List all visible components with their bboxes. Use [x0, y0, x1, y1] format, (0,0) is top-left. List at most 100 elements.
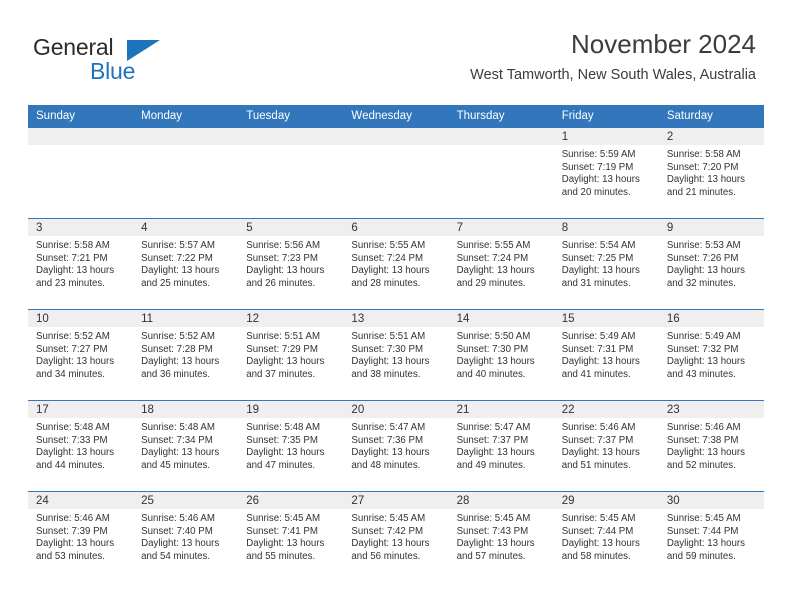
- day-details: Sunrise: 5:48 AM Sunset: 7:34 PM Daylight:…: [133, 418, 238, 472]
- daylight-duration-line2: and 56 minutes.: [351, 550, 421, 562]
- sunrise-time: Sunrise: 5:45 AM: [246, 513, 321, 524]
- day-number: 8: [553, 219, 659, 236]
- sunset-time: Sunset: 7:24 PM: [351, 252, 424, 264]
- daylight-duration-line1: Daylight: 13 hours: [36, 265, 115, 277]
- calendar-day-cell[interactable]: 14 Sunrise: 5:50 AM Sunset: 7:30 PM Dayligh…: [448, 309, 554, 401]
- day-details: Sunrise: 5:54 AM Sunset: 7:25 PM Daylight:…: [554, 236, 659, 290]
- calendar-day-cell[interactable]: 28 Sunrise: 5:45 AM Sunset: 7:43 PM Dayligh…: [448, 491, 554, 582]
- daylight-duration-line1: Daylight: 13 hours: [456, 265, 535, 277]
- sunrise-time: Sunrise: 5:51 AM: [246, 331, 321, 342]
- daylight-duration-line2: and 36 minutes.: [141, 368, 211, 380]
- day-number: 28: [448, 492, 554, 509]
- calendar-day-cell[interactable]: 4 Sunrise: 5:57 AM Sunset: 7:22 PM Daylight…: [133, 218, 239, 310]
- day-number: [133, 128, 239, 145]
- day-number: 18: [133, 401, 239, 418]
- calendar-day-cell[interactable]: 20 Sunrise: 5:47 AM Sunset: 7:36 PM Dayligh…: [343, 400, 449, 492]
- day-number: 30: [658, 492, 764, 509]
- calendar-day-cell[interactable]: 10 Sunrise: 5:52 AM Sunset: 7:27 PM Dayligh…: [28, 309, 134, 401]
- sunset-time: Sunset: 7:38 PM: [666, 434, 739, 446]
- calendar-day-cell[interactable]: 15 Sunrise: 5:49 AM Sunset: 7:31 PM Dayligh…: [553, 309, 659, 401]
- calendar-day-cell[interactable]: 24 Sunrise: 5:46 AM Sunset: 7:39 PM Dayligh…: [28, 491, 134, 582]
- calendar-day-cell[interactable]: 13 Sunrise: 5:51 AM Sunset: 7:30 PM Dayligh…: [343, 309, 449, 401]
- general-blue-logo[interactable]: General Blue: [33, 36, 223, 88]
- daylight-duration-line1: Daylight: 13 hours: [666, 538, 745, 550]
- sunset-time: Sunset: 7:21 PM: [36, 252, 108, 264]
- sunrise-time: Sunrise: 5:56 AM: [246, 240, 321, 251]
- sunrise-time: Sunrise: 5:55 AM: [456, 240, 531, 251]
- daylight-duration-line2: and 26 minutes.: [246, 277, 316, 289]
- day-number: 15: [553, 310, 659, 327]
- day-details: Sunrise: 5:47 AM Sunset: 7:37 PM Daylight:…: [449, 418, 554, 472]
- sunrise-time: Sunrise: 5:51 AM: [351, 331, 426, 342]
- day-details: Sunrise: 5:50 AM Sunset: 7:30 PM Daylight:…: [449, 327, 554, 381]
- calendar-day-cell[interactable]: 11 Sunrise: 5:52 AM Sunset: 7:28 PM Dayligh…: [133, 309, 239, 401]
- calendar-day-cell[interactable]: 2 Sunrise: 5:58 AM Sunset: 7:20 PM Daylight…: [658, 128, 764, 219]
- logo-text-general: General: [33, 34, 114, 60]
- calendar-day-cell[interactable]: 21 Sunrise: 5:47 AM Sunset: 7:37 PM Dayligh…: [448, 400, 554, 492]
- calendar-day-cell[interactable]: 9 Sunrise: 5:53 AM Sunset: 7:26 PM Daylight…: [658, 218, 764, 310]
- day-number: 22: [553, 401, 659, 418]
- sunset-time: Sunset: 7:30 PM: [456, 343, 529, 355]
- daylight-duration-line1: Daylight: 13 hours: [246, 265, 325, 277]
- calendar-day-cell[interactable]: 18 Sunrise: 5:48 AM Sunset: 7:34 PM Dayligh…: [133, 400, 239, 492]
- daylight-duration-line2: and 51 minutes.: [561, 459, 631, 471]
- sunset-time: Sunset: 7:33 PM: [36, 434, 108, 446]
- day-number: [448, 128, 554, 145]
- daylight-duration-line2: and 57 minutes.: [456, 550, 526, 562]
- daylight-duration-line2: and 55 minutes.: [246, 550, 316, 562]
- day-number: 20: [343, 401, 449, 418]
- sunrise-time: Sunrise: 5:52 AM: [36, 331, 110, 342]
- calendar-day-cell[interactable]: 22 Sunrise: 5:46 AM Sunset: 7:37 PM Dayligh…: [553, 400, 659, 492]
- day-number: 13: [343, 310, 449, 327]
- daylight-duration-line1: Daylight: 13 hours: [141, 447, 220, 459]
- daylight-duration-line1: Daylight: 13 hours: [141, 356, 220, 368]
- sunrise-time: Sunrise: 5:53 AM: [666, 240, 741, 251]
- calendar-day-cell[interactable]: 25 Sunrise: 5:46 AM Sunset: 7:40 PM Dayligh…: [133, 491, 239, 582]
- calendar-cell-empty: [448, 128, 554, 219]
- sunset-time: Sunset: 7:20 PM: [666, 161, 739, 173]
- day-number: 17: [28, 401, 134, 418]
- calendar-day-cell[interactable]: 3 Sunrise: 5:58 AM Sunset: 7:21 PM Daylight…: [28, 218, 134, 310]
- day-details: Sunrise: 5:55 AM Sunset: 7:24 PM Daylight:…: [343, 236, 448, 290]
- daylight-duration-line2: and 23 minutes.: [36, 277, 105, 289]
- calendar-grid: Sunday Monday Tuesday Wednesday Thursday…: [28, 105, 764, 582]
- logo-text-blue: Blue: [90, 58, 136, 84]
- calendar-week-row: 3 Sunrise: 5:58 AM Sunset: 7:21 PM Daylight…: [28, 218, 764, 310]
- sunrise-time: Sunrise: 5:48 AM: [141, 422, 215, 433]
- day-details: Sunrise: 5:56 AM Sunset: 7:23 PM Daylight:…: [238, 236, 343, 290]
- calendar-day-cell[interactable]: 29 Sunrise: 5:45 AM Sunset: 7:44 PM Dayligh…: [553, 491, 659, 582]
- sunrise-time: Sunrise: 5:55 AM: [351, 240, 426, 251]
- calendar-day-cell[interactable]: 26 Sunrise: 5:45 AM Sunset: 7:41 PM Dayligh…: [238, 491, 344, 582]
- calendar-day-cell[interactable]: 16 Sunrise: 5:49 AM Sunset: 7:32 PM Dayligh…: [658, 309, 764, 401]
- calendar-day-cell[interactable]: 6 Sunrise: 5:55 AM Sunset: 7:24 PM Daylight…: [343, 218, 449, 310]
- sunrise-time: Sunrise: 5:47 AM: [456, 422, 531, 433]
- calendar-day-cell[interactable]: 12 Sunrise: 5:51 AM Sunset: 7:29 PM Dayligh…: [238, 309, 344, 401]
- calendar-day-cell[interactable]: 17 Sunrise: 5:48 AM Sunset: 7:33 PM Dayligh…: [28, 400, 134, 492]
- calendar-day-cell[interactable]: 19 Sunrise: 5:48 AM Sunset: 7:35 PM Dayligh…: [238, 400, 344, 492]
- calendar-day-cell[interactable]: 23 Sunrise: 5:46 AM Sunset: 7:38 PM Dayligh…: [658, 400, 764, 492]
- daylight-duration-line2: and 53 minutes.: [36, 550, 105, 562]
- calendar-day-cell[interactable]: 8 Sunrise: 5:54 AM Sunset: 7:25 PM Daylight…: [553, 218, 659, 310]
- sunrise-time: Sunrise: 5:58 AM: [36, 240, 110, 251]
- daylight-duration-line1: Daylight: 13 hours: [561, 447, 640, 459]
- daylight-duration-line2: and 44 minutes.: [36, 459, 105, 471]
- day-details: Sunrise: 5:48 AM Sunset: 7:35 PM Daylight:…: [238, 418, 343, 472]
- calendar-day-cell[interactable]: 5 Sunrise: 5:56 AM Sunset: 7:23 PM Daylight…: [238, 218, 344, 310]
- calendar-day-cell[interactable]: 1 Sunrise: 5:59 AM Sunset: 7:19 PM Daylight…: [553, 128, 659, 219]
- day-details: Sunrise: 5:49 AM Sunset: 7:32 PM Daylight:…: [659, 327, 764, 381]
- daylight-duration-line2: and 37 minutes.: [246, 368, 316, 380]
- daylight-duration-line1: Daylight: 13 hours: [666, 265, 745, 277]
- sunset-time: Sunset: 7:26 PM: [666, 252, 739, 264]
- calendar-day-cell[interactable]: 27 Sunrise: 5:45 AM Sunset: 7:42 PM Dayligh…: [343, 491, 449, 582]
- sunset-time: Sunset: 7:34 PM: [141, 434, 213, 446]
- page-header: General Blue November 2024 West Tamworth…: [0, 0, 792, 100]
- sunset-time: Sunset: 7:31 PM: [561, 343, 634, 355]
- calendar-week-row: 1 Sunrise: 5:59 AM Sunset: 7:19 PM Daylight…: [28, 128, 764, 219]
- weekday-header-tuesday: Tuesday: [238, 105, 344, 128]
- calendar-day-cell[interactable]: 30 Sunrise: 5:45 AM Sunset: 7:44 PM Dayligh…: [658, 491, 764, 582]
- daylight-duration-line2: and 29 minutes.: [456, 277, 526, 289]
- calendar-day-cell[interactable]: 7 Sunrise: 5:55 AM Sunset: 7:24 PM Daylight…: [448, 218, 554, 310]
- day-details: Sunrise: 5:48 AM Sunset: 7:33 PM Daylight:…: [28, 418, 133, 472]
- day-number: 16: [658, 310, 764, 327]
- sunset-time: Sunset: 7:28 PM: [141, 343, 213, 355]
